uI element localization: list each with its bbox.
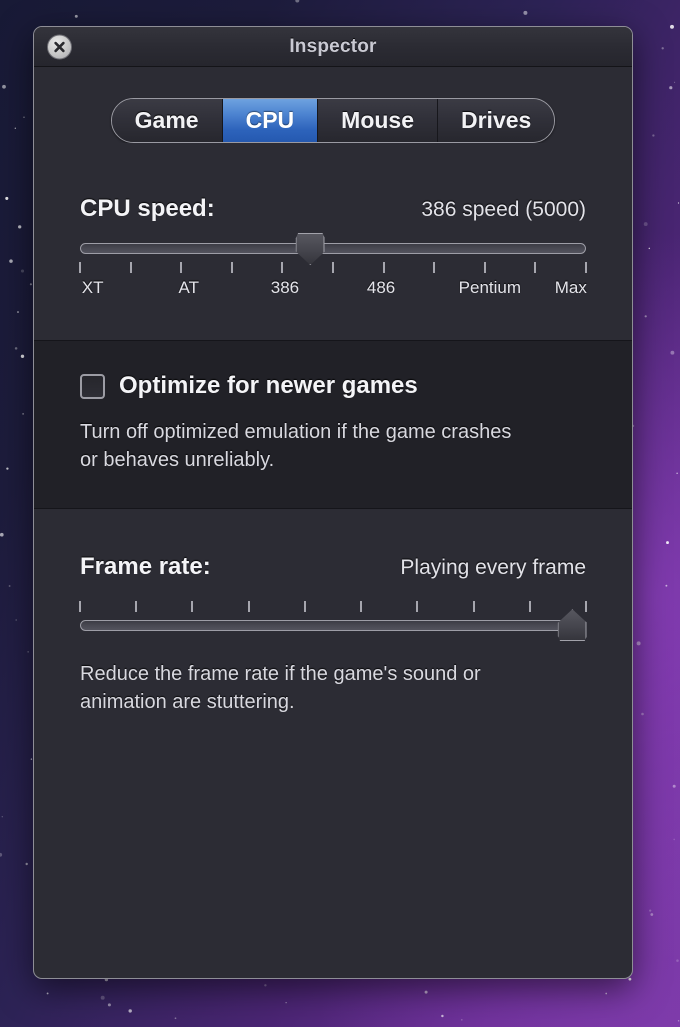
- close-button[interactable]: [47, 34, 72, 59]
- slider-tick: [433, 262, 436, 273]
- optimize-section: Optimize for newer games Turn off optimi…: [34, 340, 632, 510]
- optimize-checkbox-label: Optimize for newer games: [119, 372, 418, 399]
- slider-tick: [360, 601, 363, 613]
- window-titlebar: Inspector: [34, 27, 632, 67]
- close-x-icon: [54, 41, 65, 52]
- tab-mouse[interactable]: Mouse: [318, 99, 438, 142]
- tabbar-area: Game CPU Mouse Drives: [34, 67, 632, 143]
- slider-tick: [79, 262, 81, 273]
- framerate-description: Reduce the frame rate if the game's soun…: [80, 663, 481, 713]
- slider-tick: [230, 262, 233, 273]
- framerate-slider-track[interactable]: [80, 609, 587, 642]
- slider-tick: [585, 262, 587, 273]
- tab-game[interactable]: Game: [111, 99, 223, 142]
- framerate-value: Playing every frame: [400, 556, 586, 580]
- framerate-slider[interactable]: [79, 601, 587, 642]
- slider-tick: [135, 601, 138, 613]
- slider-tick: [303, 601, 306, 613]
- slider-tick: [79, 601, 81, 613]
- tab-bar: Game CPU Mouse Drives: [110, 98, 556, 143]
- slider-tick-label: 486: [366, 278, 396, 297]
- slider-tick: [472, 601, 475, 613]
- cpu-slider-track[interactable]: [80, 233, 586, 265]
- slider-tick: [247, 601, 250, 613]
- optimize-checkbox-row[interactable]: Optimize for newer games: [80, 372, 586, 400]
- window-title: Inspector: [289, 35, 377, 57]
- slider-tick: [483, 262, 486, 273]
- framerate-slider-ticks: [79, 601, 587, 613]
- tab-drives[interactable]: Drives: [438, 99, 555, 142]
- optimize-checkbox[interactable]: [80, 373, 105, 399]
- cpu-speed-label: CPU speed:: [80, 195, 215, 222]
- slider-tick: [416, 601, 419, 613]
- desktop-background: Inspector Game CPU Mouse Drives CPU spee…: [0, 0, 680, 1027]
- cpu-speed-header: CPU speed: 386 speed (5000): [80, 195, 586, 223]
- slider-tick-label: AT: [178, 278, 200, 297]
- slider-tick: [191, 601, 194, 613]
- window-body: Game CPU Mouse Drives CPU speed: 386 spe…: [34, 67, 632, 978]
- cpu-slider-thumb[interactable]: [295, 233, 325, 265]
- slider-tick: [129, 262, 132, 273]
- cpu-speed-value: 386 speed (5000): [421, 198, 586, 221]
- slider-tick-label: Max: [554, 278, 587, 297]
- tab-cpu[interactable]: CPU: [222, 99, 319, 142]
- slider-tick: [281, 262, 284, 273]
- cpu-speed-slider[interactable]: XT AT 386 486 Pentium Max: [79, 233, 587, 302]
- framerate-slider-thumb[interactable]: [557, 609, 587, 642]
- framerate-label: Frame rate:: [80, 553, 211, 581]
- cpu-slider-ticks: [79, 262, 587, 273]
- slider-tick-label: Pentium: [458, 278, 522, 297]
- cpu-speed-section: CPU speed: 386 speed (5000) XT AT 386 486 Pe…: [34, 143, 632, 340]
- slider-tick: [382, 262, 385, 273]
- framerate-header: Frame rate: Playing every frame: [80, 553, 586, 581]
- framerate-section: Frame rate: Playing every frame Reduce t…: [34, 509, 632, 747]
- slider-tick: [180, 262, 183, 273]
- inspector-window: Inspector Game CPU Mouse Drives CPU spee…: [33, 26, 633, 979]
- slider-tick: [534, 262, 537, 273]
- slider-tick: [332, 262, 334, 273]
- optimize-description: Turn off optimized emulation if the game…: [80, 421, 512, 471]
- slider-tick: [528, 601, 531, 613]
- slider-tick: [585, 601, 587, 613]
- slider-tick-label: 386: [270, 278, 300, 297]
- slider-tick-label: XT: [81, 278, 104, 297]
- cpu-slider-tick-labels: XT AT 386 486 Pentium Max: [80, 278, 587, 302]
